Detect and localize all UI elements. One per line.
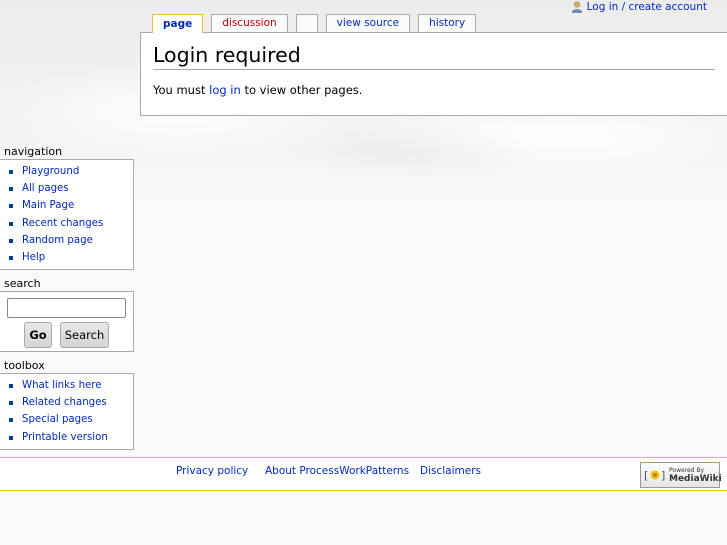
search-heading: search — [4, 277, 41, 290]
toolbox-item-related-changes[interactable]: Related changes — [8, 394, 133, 411]
bullet-icon — [9, 384, 13, 388]
toolbox-link[interactable]: Related changes — [22, 397, 107, 408]
footer: Privacy policy About ProcessWorkPatterns… — [0, 457, 727, 491]
about-link[interactable]: About ProcessWorkPatterns — [265, 465, 409, 477]
toolbox-item-what-links-here[interactable]: What links here — [8, 377, 133, 394]
nav-link[interactable]: Recent changes — [22, 218, 103, 229]
bullet-icon — [9, 221, 13, 226]
content-area: Login required You must log in to view o… — [140, 32, 727, 116]
svg-text:]: ] — [661, 469, 665, 482]
svg-text:[: [ — [644, 469, 648, 482]
personal-tools: Log in / create account — [571, 0, 707, 14]
nav-link[interactable]: Help — [22, 252, 45, 263]
bullet-icon — [9, 401, 13, 406]
search-portlet: search Go Search — [0, 277, 134, 352]
login-message: You must log in to view other pages. — [153, 83, 362, 97]
user-icon — [571, 1, 583, 13]
tab-discussion[interactable]: discussion — [211, 14, 288, 32]
tab-history[interactable]: history — [418, 14, 477, 32]
page-title: Login required — [153, 42, 715, 70]
go-button[interactable]: Go — [24, 322, 52, 348]
nav-link[interactable]: Random page — [22, 235, 93, 246]
mediawiki-flower-icon: [ ] — [644, 467, 666, 483]
toolbox-link[interactable]: Printable version — [22, 432, 108, 443]
search-button[interactable]: Search — [60, 322, 109, 348]
navigation-portlet: navigation Playground All pages Main Pag… — [0, 145, 134, 271]
disclaimers-link[interactable]: Disclaimers — [420, 465, 481, 477]
nav-item-playground[interactable]: Playground — [8, 163, 133, 180]
powered-by-mediawiki-badge[interactable]: [ ] Powered By MediaWiki — [640, 462, 722, 488]
powered-by-text: Powered By MediaWiki — [669, 466, 722, 484]
navigation-body: Playground All pages Main Page Recent ch… — [0, 159, 134, 271]
tab-view-source[interactable]: view source — [325, 14, 411, 32]
login-link[interactable]: Log in / create account — [587, 1, 707, 13]
message-text-before: You must — [153, 83, 210, 97]
tab-empty[interactable] — [295, 14, 318, 32]
bullet-icon — [9, 170, 13, 174]
nav-link[interactable]: Playground — [22, 166, 79, 177]
powered-by-line2: MediaWiki — [669, 474, 722, 484]
nav-link[interactable]: Main Page — [22, 200, 74, 211]
nav-item-random-page[interactable]: Random page — [8, 232, 133, 249]
tab-page[interactable]: page — [152, 14, 204, 33]
nav-item-recent-changes[interactable]: Recent changes — [8, 215, 133, 232]
toolbox-item-special-pages[interactable]: Special pages — [8, 411, 133, 428]
search-body: Go Search — [0, 291, 134, 352]
toolbox-portlet: toolbox What links here Related changes … — [0, 359, 134, 450]
toolbox-heading: toolbox — [4, 359, 45, 372]
bullet-icon — [9, 238, 13, 243]
nav-item-main-page[interactable]: Main Page — [8, 197, 133, 214]
bullet-icon — [9, 187, 13, 192]
nav-item-all-pages[interactable]: All pages — [8, 180, 133, 197]
search-input[interactable] — [7, 298, 126, 318]
page-tabs: page discussion view source history — [152, 14, 477, 33]
bullet-icon — [9, 435, 13, 440]
toolbox-body: What links here Related changes Special … — [0, 373, 134, 450]
message-text-after: to view other pages. — [240, 83, 363, 97]
toolbox-link[interactable]: Special pages — [22, 414, 93, 425]
privacy-policy-link[interactable]: Privacy policy — [176, 465, 248, 477]
bullet-icon — [9, 418, 13, 423]
toolbox-link[interactable]: What links here — [22, 380, 102, 391]
bullet-icon — [9, 204, 13, 209]
nav-link[interactable]: All pages — [22, 183, 69, 194]
navigation-heading: navigation — [4, 145, 63, 158]
bullet-icon — [9, 255, 13, 260]
nav-item-help[interactable]: Help — [8, 249, 133, 266]
login-inline-link[interactable]: log in — [209, 83, 241, 97]
toolbox-item-printable-version[interactable]: Printable version — [8, 429, 133, 446]
